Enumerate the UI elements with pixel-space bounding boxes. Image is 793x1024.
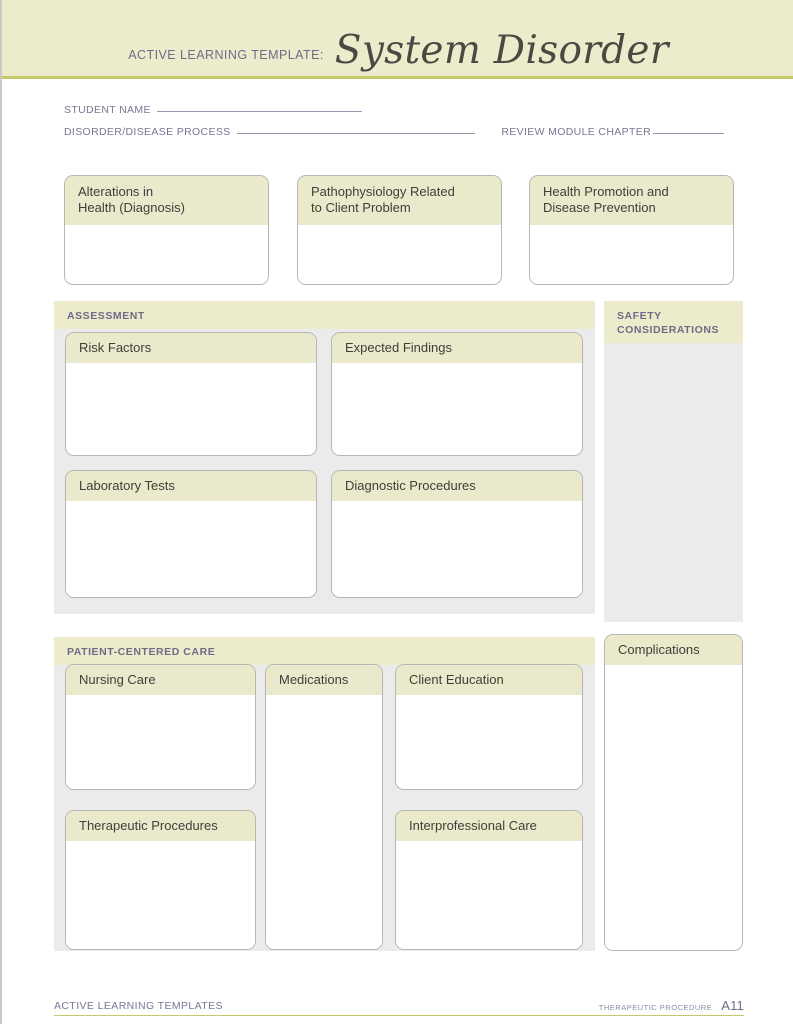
card-alterations-in-health-body[interactable] [65,224,268,284]
card-medications[interactable]: Medications [265,664,383,950]
page-footer: ACTIVE LEARNING TEMPLATES THERAPEUTIC PR… [54,996,744,1016]
card-expected-findings-body[interactable] [332,362,582,455]
card-client-education[interactable]: Client Education [395,664,583,790]
assessment-section-label: ASSESSMENT [54,301,595,330]
card-medications-title: Medications [266,665,382,695]
footer-page-number: A11 [721,998,744,1013]
card-client-education-body[interactable] [396,694,582,789]
card-laboratory-tests-title: Laboratory Tests [66,471,316,501]
card-therapeutic-procedures-body[interactable] [66,840,255,949]
active-learning-template-page: ACTIVE LEARNING TEMPLATE: System Disorde… [0,0,793,1024]
safety-considerations-panel[interactable]: SAFETY CONSIDERATIONS [604,301,743,622]
card-risk-factors-body[interactable] [66,362,316,455]
card-interprofessional-care-title: Interprofessional Care [396,811,582,841]
safety-considerations-label: SAFETY CONSIDERATIONS [604,301,743,344]
card-health-promotion[interactable]: Health Promotion and Disease Prevention [529,175,734,285]
footer-right-group: THERAPEUTIC PROCEDURE A11 [599,998,744,1013]
card-diagnostic-procedures-title: Diagnostic Procedures [332,471,582,501]
student-name-label: STUDENT NAME [64,104,151,116]
student-meta-fields: STUDENT NAME DISORDER/DISEASE PROCESS RE… [64,104,724,148]
card-pathophysiology-body[interactable] [298,224,501,284]
student-name-row: STUDENT NAME [64,104,724,126]
card-health-promotion-body[interactable] [530,224,733,284]
card-alterations-in-health[interactable]: Alterations in Health (Diagnosis) [64,175,269,285]
card-complications[interactable]: Complications [604,634,743,951]
card-health-promotion-title: Health Promotion and Disease Prevention [530,176,733,225]
card-complications-body[interactable] [605,664,742,950]
card-expected-findings[interactable]: Expected Findings [331,332,583,456]
patient-centered-care-label: PATIENT-CENTERED CARE [54,637,595,666]
card-therapeutic-procedures[interactable]: Therapeutic Procedures [65,810,256,950]
safety-considerations-body[interactable] [604,343,743,664]
card-client-education-title: Client Education [396,665,582,695]
student-name-input[interactable] [156,111,362,112]
disorder-process-row: DISORDER/DISEASE PROCESS REVIEW MODULE C… [64,126,724,148]
card-nursing-care-body[interactable] [66,694,255,789]
card-medications-body[interactable] [266,694,382,949]
disorder-process-label: DISORDER/DISEASE PROCESS [64,126,231,138]
card-pathophysiology-title: Pathophysiology Related to Client Proble… [298,176,501,225]
card-alterations-in-health-title: Alterations in Health (Diagnosis) [65,176,268,225]
card-pathophysiology[interactable]: Pathophysiology Related to Client Proble… [297,175,502,285]
card-complications-title: Complications [605,635,742,665]
page-header-band: ACTIVE LEARNING TEMPLATE: System Disorde… [2,0,793,79]
footer-brand-label: ACTIVE LEARNING TEMPLATES [54,1000,223,1012]
review-module-chapter-label: REVIEW MODULE CHAPTER [501,126,652,138]
card-risk-factors[interactable]: Risk Factors [65,332,317,456]
card-therapeutic-procedures-title: Therapeutic Procedures [66,811,255,841]
card-interprofessional-care-body[interactable] [396,840,582,949]
review-module-chapter-input[interactable] [653,133,724,134]
card-laboratory-tests[interactable]: Laboratory Tests [65,470,317,598]
page-title: System Disorder [334,28,669,73]
disorder-process-input[interactable] [236,133,476,134]
card-laboratory-tests-body[interactable] [66,500,316,597]
template-kicker-label: ACTIVE LEARNING TEMPLATE: [128,48,324,62]
card-nursing-care[interactable]: Nursing Care [65,664,256,790]
card-diagnostic-procedures-body[interactable] [332,500,582,597]
card-nursing-care-title: Nursing Care [66,665,255,695]
card-diagnostic-procedures[interactable]: Diagnostic Procedures [331,470,583,598]
card-risk-factors-title: Risk Factors [66,333,316,363]
page-header-inner: ACTIVE LEARNING TEMPLATE: System Disorde… [2,31,793,70]
card-expected-findings-title: Expected Findings [332,333,582,363]
card-interprofessional-care[interactable]: Interprofessional Care [395,810,583,950]
footer-category-label: THERAPEUTIC PROCEDURE [598,1003,713,1012]
